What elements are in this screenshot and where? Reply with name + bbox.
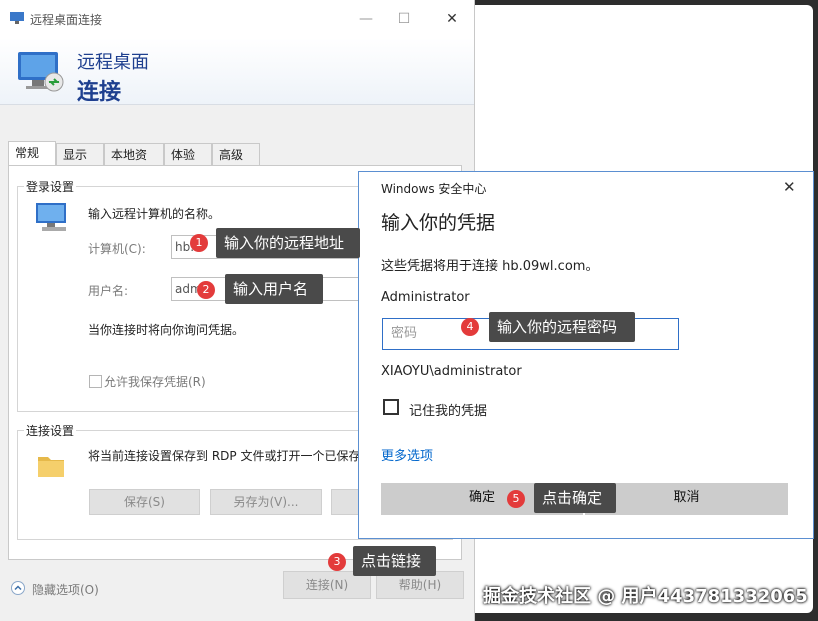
screen-frame: 远程桌面连接 — ☐ ✕ 远程桌面 连接 常规 显示 本地资源 体验 高级 登录… bbox=[0, 0, 818, 621]
account-name: Administrator bbox=[381, 290, 470, 305]
tab-general[interactable]: 常规 bbox=[8, 141, 56, 165]
annotation-4-text: 输入你的远程密码 bbox=[497, 318, 618, 336]
rdp-titlebar: 远程桌面连接 — ☐ ✕ bbox=[0, 0, 474, 38]
annotation-3: 点击链接 bbox=[353, 546, 436, 576]
header-line1: 远程桌面 bbox=[77, 52, 149, 73]
remember-checkbox[interactable] bbox=[383, 399, 399, 415]
annotation-1-text: 输入你的远程地址 bbox=[224, 234, 345, 252]
remember-label: 记住我的凭据 bbox=[409, 404, 488, 419]
maximize-button[interactable]: ☐ bbox=[390, 8, 418, 30]
credentials-heading: 输入你的凭据 bbox=[381, 212, 496, 234]
security-dialog-title: Windows 安全中心 bbox=[381, 182, 487, 196]
rdp-header-banner: 远程桌面 连接 bbox=[0, 38, 474, 105]
chevron-up-icon[interactable] bbox=[11, 581, 25, 595]
tab-advanced[interactable]: 高级 bbox=[212, 143, 260, 165]
annotation-2-badge: 2 bbox=[197, 281, 215, 299]
more-options-link[interactable]: 更多选项 bbox=[381, 445, 433, 464]
folder-icon bbox=[38, 457, 64, 477]
conn-group-label: 连接设置 bbox=[24, 422, 77, 439]
annotation-4: 输入你的远程密码 bbox=[489, 312, 635, 342]
annotation-2: 输入用户名 bbox=[225, 274, 323, 304]
ask-credentials-note: 当你连接时将向你询问凭据。 bbox=[88, 323, 245, 337]
login-prompt: 输入远程计算机的名称。 bbox=[88, 207, 221, 221]
save-credentials-label: 允许我保存凭据(R) bbox=[104, 375, 206, 389]
annotation-3-text: 点击链接 bbox=[361, 552, 422, 570]
dialog-close-icon[interactable]: ✕ bbox=[783, 178, 796, 196]
tab-display[interactable]: 显示 bbox=[56, 143, 104, 165]
tab-experience[interactable]: 体验 bbox=[164, 143, 212, 165]
annotation-2-text: 输入用户名 bbox=[233, 280, 309, 298]
alternate-account[interactable]: XIAOYU\administrator bbox=[381, 364, 522, 379]
annotation-5-text: 点击确定 bbox=[542, 489, 603, 507]
conn-settings-text: 将当前连接设置保存到 RDP 文件或打开一个已保存 bbox=[88, 449, 361, 463]
tab-local-resources[interactable]: 本地资源 bbox=[104, 143, 164, 184]
annotation-4-badge: 4 bbox=[461, 318, 479, 336]
window-title: 远程桌面连接 bbox=[30, 13, 103, 27]
login-group-label: 登录设置 bbox=[24, 178, 77, 195]
username-label: 用户名: bbox=[88, 284, 129, 298]
remote-desktop-icon bbox=[18, 52, 64, 92]
close-button[interactable]: ✕ bbox=[438, 8, 466, 30]
hide-options-link[interactable]: 隐藏选项(O) bbox=[32, 581, 99, 598]
annotation-1-badge: 1 bbox=[190, 234, 208, 252]
annotation-3-badge: 3 bbox=[328, 553, 346, 571]
password-placeholder: 密码 bbox=[391, 326, 418, 341]
save-as-button[interactable]: 另存为(V)... bbox=[210, 489, 322, 515]
computer-icon bbox=[36, 203, 66, 231]
credentials-info: 这些凭据将用于连接 hb.09wl.com。 bbox=[381, 259, 599, 274]
watermark: 掘金技术社区 @ 用户443781332065 bbox=[483, 586, 808, 607]
annotation-1: 输入你的远程地址 bbox=[216, 228, 360, 258]
save-button[interactable]: 保存(S) bbox=[89, 489, 200, 515]
minimize-button[interactable]: — bbox=[352, 8, 380, 30]
header-line2: 连接 bbox=[77, 80, 122, 105]
save-credentials-checkbox[interactable] bbox=[89, 375, 102, 388]
annotation-5: 点击确定 bbox=[534, 483, 616, 513]
annotation-5-badge: 5 bbox=[507, 490, 525, 508]
computer-label: 计算机(C): bbox=[88, 242, 146, 256]
rdp-app-icon bbox=[10, 12, 24, 24]
